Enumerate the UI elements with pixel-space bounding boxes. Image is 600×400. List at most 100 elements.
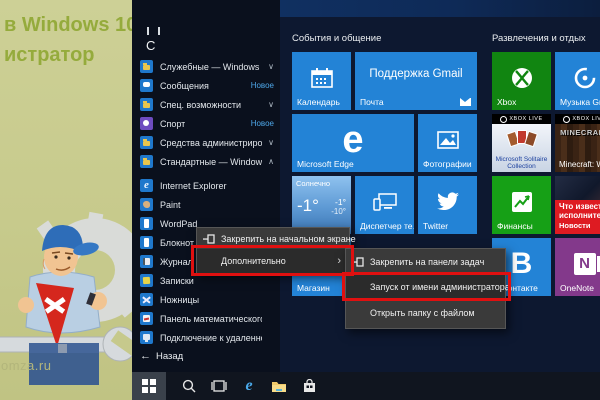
devices-icon bbox=[373, 193, 397, 211]
notepad-icon bbox=[140, 236, 153, 249]
tile-label: Календарь bbox=[297, 97, 340, 107]
app-label: Журнал bbox=[160, 257, 193, 267]
mail-icon bbox=[460, 98, 471, 106]
vk-logo: В bbox=[511, 249, 533, 279]
menu-item-label: Закрепить на начальном экране bbox=[221, 234, 356, 244]
taskbar-store-button[interactable] bbox=[294, 372, 324, 400]
tile-xbox[interactable]: Xbox bbox=[492, 52, 551, 110]
tile-news[interactable]: Что извест исполните Новости bbox=[555, 176, 600, 234]
news-headline-panel: Что извест исполните Новости bbox=[555, 200, 600, 234]
onenote-icon: N bbox=[574, 253, 596, 275]
tile-twitter[interactable]: Twitter bbox=[418, 176, 477, 234]
xbox-logo-icon bbox=[510, 66, 534, 90]
tile-group-header-communication[interactable]: События и общение bbox=[292, 33, 381, 44]
internet-explorer-icon bbox=[140, 179, 153, 192]
tile-solitaire[interactable]: XBOX LIVE Microsoft Solitaire Collection bbox=[492, 114, 551, 172]
tile-minecraft[interactable]: XBOX LIVE MINECRAFT Minecraft: W bbox=[555, 114, 600, 172]
app-group-label: Спец. возможности bbox=[160, 100, 241, 110]
taskbar-edge-button[interactable]: e bbox=[234, 372, 264, 400]
menu-item-open-file-location[interactable]: Открыть папку с файлом bbox=[346, 298, 505, 328]
xbox-live-text: XBOX LIVE bbox=[572, 116, 600, 122]
menu-item-label: Дополнительно bbox=[221, 256, 286, 266]
back-button[interactable]: ← Назад bbox=[140, 350, 183, 362]
news-headline-line2: исполните bbox=[559, 211, 600, 220]
menu-item-more[interactable]: Дополнительно › bbox=[197, 249, 349, 273]
app-group-row-accessories[interactable]: Стандартные — Windows ∧ bbox=[140, 152, 276, 171]
app-group-row-system-windows[interactable]: Служебные — Windows ∨ bbox=[140, 57, 276, 76]
section-letter-header[interactable]: С bbox=[146, 38, 155, 53]
weather-condition: Солнечно bbox=[296, 179, 330, 188]
tile-finance[interactable]: Финансы bbox=[492, 176, 551, 234]
app-label: Записки bbox=[160, 276, 194, 286]
pin-icon bbox=[203, 234, 216, 244]
menu-item-pin-to-taskbar[interactable]: Закрепить на панели задач bbox=[346, 249, 505, 275]
back-label: Назад bbox=[156, 351, 183, 362]
tile-weather[interactable]: Солнечно -1° -1° -10° bbox=[292, 176, 351, 234]
tile-mail[interactable]: Поддержка Gmail Почта bbox=[355, 52, 477, 110]
wordpad-icon bbox=[140, 217, 153, 230]
tile-onenote[interactable]: N OneNote bbox=[555, 238, 600, 296]
news-app-label: Новости bbox=[559, 221, 600, 230]
menu-item-run-as-admin[interactable]: Запуск от имени администратора bbox=[346, 275, 505, 298]
tile-label: Фотографии bbox=[423, 159, 472, 169]
app-group-label: Средства администрирован… bbox=[160, 138, 262, 148]
more-submenu: Закрепить на панели задач Запуск от имен… bbox=[345, 248, 506, 329]
screenshot-root: в Windows 10 · истратор bbox=[0, 0, 600, 400]
chevron-up-icon[interactable]: ∧ bbox=[268, 157, 274, 166]
folder-icon bbox=[140, 98, 153, 111]
tile-label: Twitter bbox=[423, 221, 448, 231]
task-view-button[interactable] bbox=[204, 372, 234, 400]
windows-logo-icon bbox=[142, 379, 156, 393]
taskbar-search-button[interactable] bbox=[174, 372, 204, 400]
tile-group-header-entertainment[interactable]: Развлечения и отдых bbox=[492, 33, 586, 44]
app-label: Paint bbox=[160, 200, 181, 210]
new-badge: Новое bbox=[251, 81, 274, 90]
math-input-icon bbox=[140, 312, 153, 325]
tile-label: Диспетчер те… bbox=[360, 221, 414, 231]
finance-chart-icon bbox=[511, 191, 533, 213]
app-label: WordPad bbox=[160, 219, 197, 229]
task-view-icon bbox=[211, 380, 227, 392]
chat-bubble-icon bbox=[140, 79, 153, 92]
tile-phone-companion[interactable]: Диспетчер те… bbox=[355, 176, 414, 234]
xbox-live-text: XBOX LIVE bbox=[509, 116, 542, 122]
edge-icon: e bbox=[245, 377, 252, 395]
app-group-row-accessibility[interactable]: Спец. возможности ∨ bbox=[140, 95, 276, 114]
store-icon bbox=[303, 379, 316, 393]
tile-groove-music[interactable]: Музыка Groove bbox=[555, 52, 600, 110]
weather-high: -1° bbox=[335, 197, 346, 207]
folder-icon bbox=[140, 155, 153, 168]
xbox-live-banner: XBOX LIVE bbox=[555, 114, 600, 124]
taskbar-file-explorer-button[interactable] bbox=[264, 372, 294, 400]
tile-label: Minecraft: W bbox=[559, 160, 600, 169]
xbox-live-banner: XBOX LIVE bbox=[492, 114, 551, 124]
pin-icon bbox=[352, 257, 365, 267]
sticky-notes-icon bbox=[140, 274, 153, 287]
app-row-messages[interactable]: Сообщения Новое bbox=[140, 76, 276, 95]
tile-microsoft-edge[interactable]: e Microsoft Edge bbox=[292, 114, 414, 172]
app-row-math-input[interactable]: Панель математического ввода bbox=[140, 309, 276, 328]
tile-calendar[interactable]: Календарь bbox=[292, 52, 351, 110]
new-badge: Новое bbox=[251, 119, 274, 128]
partial-letter-glyph bbox=[147, 27, 160, 35]
app-row-paint[interactable]: Paint bbox=[140, 195, 276, 214]
app-row-sport[interactable]: Спорт Новое bbox=[140, 114, 276, 133]
menu-item-pin-to-start[interactable]: Закрепить на начальном экране bbox=[197, 228, 349, 249]
chevron-down-icon[interactable]: ∨ bbox=[268, 138, 274, 147]
xbox-live-icon bbox=[563, 116, 570, 123]
app-label: Спорт bbox=[160, 119, 185, 129]
tile-label: Microsoft Solitaire Collection bbox=[492, 156, 551, 170]
menu-item-label: Открыть папку с файлом bbox=[370, 308, 475, 318]
weather-low: -10° bbox=[331, 207, 346, 216]
chevron-down-icon[interactable]: ∨ bbox=[268, 62, 274, 71]
app-row-internet-explorer[interactable]: Internet Explorer bbox=[140, 176, 276, 195]
tile-label: Xbox bbox=[497, 97, 516, 107]
chevron-down-icon[interactable]: ∨ bbox=[268, 100, 274, 109]
app-row-snipping-tool[interactable]: Ножницы bbox=[140, 290, 276, 309]
app-row-remote-desktop[interactable]: Подключение к удаленному р… bbox=[140, 328, 276, 347]
tile-photos[interactable]: Фотографии bbox=[418, 114, 477, 172]
taskbar: e bbox=[132, 372, 600, 400]
start-button[interactable] bbox=[132, 372, 166, 400]
app-group-row-admin-tools[interactable]: Средства администрирован… ∨ bbox=[140, 133, 276, 152]
news-photo bbox=[555, 176, 600, 200]
